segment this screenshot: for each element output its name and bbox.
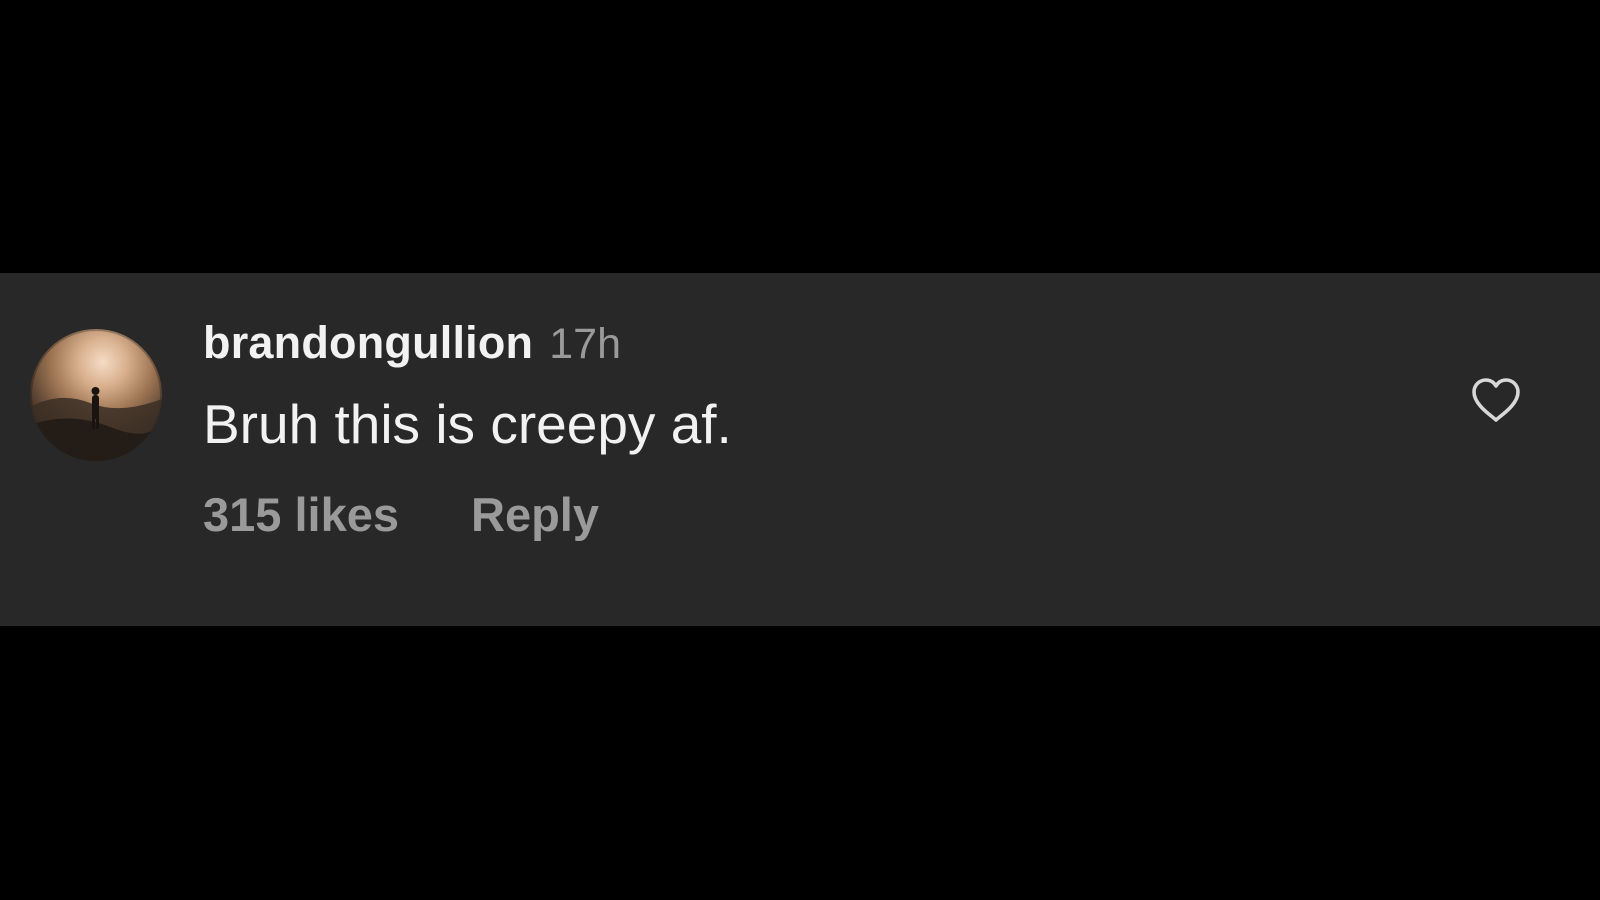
avatar[interactable] (30, 329, 162, 461)
comment-actions: 315 likes Reply (203, 487, 732, 542)
comment-text: Bruh this is creepy af. (203, 393, 732, 455)
username-link[interactable]: brandongullion (203, 317, 533, 369)
screen: brandongullion 17h Bruh this is creepy a… (0, 0, 1600, 900)
comment-body: brandongullion 17h Bruh this is creepy a… (203, 317, 732, 542)
like-button[interactable] (1470, 377, 1522, 423)
avatar-image (30, 387, 162, 461)
heart-outline-icon (1472, 378, 1520, 422)
comment-card: brandongullion 17h Bruh this is creepy a… (0, 273, 1600, 626)
comment-header: brandongullion 17h (203, 317, 732, 377)
timestamp: 17h (549, 320, 621, 368)
likes-count[interactable]: 315 likes (203, 487, 399, 542)
reply-button[interactable]: Reply (471, 487, 599, 542)
